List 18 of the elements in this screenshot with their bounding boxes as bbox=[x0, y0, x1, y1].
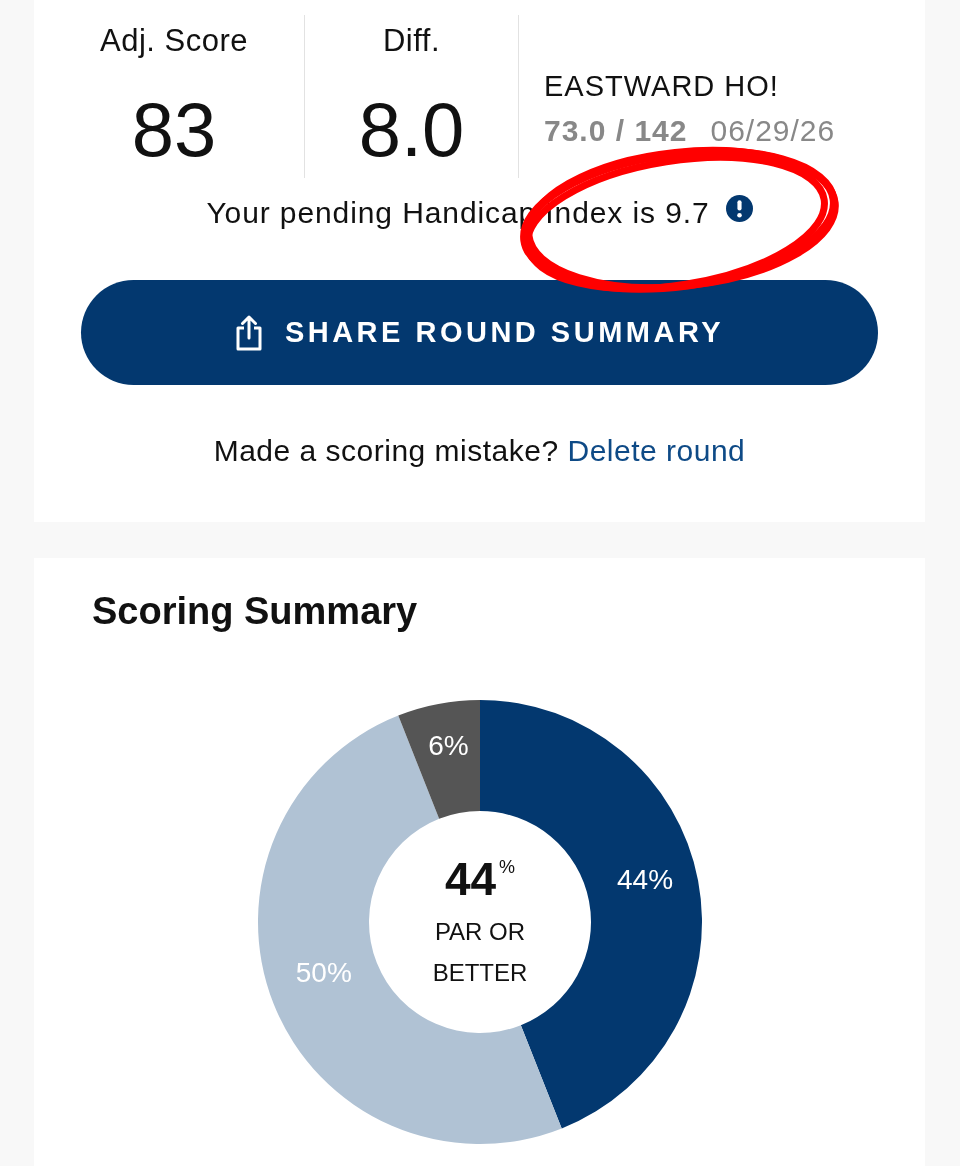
stat-label: Adj. Score bbox=[100, 23, 248, 59]
slice-percentage: 6% bbox=[428, 730, 469, 762]
scoring-mistake-prompt: Made a scoring mistake? Delete round bbox=[213, 433, 746, 469]
stat-value: 83 bbox=[131, 90, 217, 170]
section-title: Scoring Summary bbox=[92, 589, 419, 633]
course-rating-slope: 73.0 / 142 bbox=[544, 114, 688, 148]
stat-label: Diff. bbox=[382, 23, 441, 59]
stat-value: 8.0 bbox=[358, 90, 465, 170]
share-icon bbox=[234, 314, 263, 351]
center-caption: PAR OR BETTER bbox=[431, 916, 529, 988]
exclamation-icon[interactable] bbox=[725, 194, 753, 222]
course-name: EASTWARD HO! bbox=[544, 69, 780, 103]
slice-percentage: 50% bbox=[295, 957, 352, 989]
delete-round-link[interactable]: Delete round bbox=[567, 434, 746, 467]
center-percentage: 44$^{%}$ bbox=[444, 853, 516, 904]
round-date: 06/29/26 bbox=[710, 114, 836, 148]
share-round-summary-button[interactable]: SHARE ROUND SUMMARY bbox=[81, 280, 878, 385]
slice-percentage: 44% bbox=[617, 864, 674, 895]
